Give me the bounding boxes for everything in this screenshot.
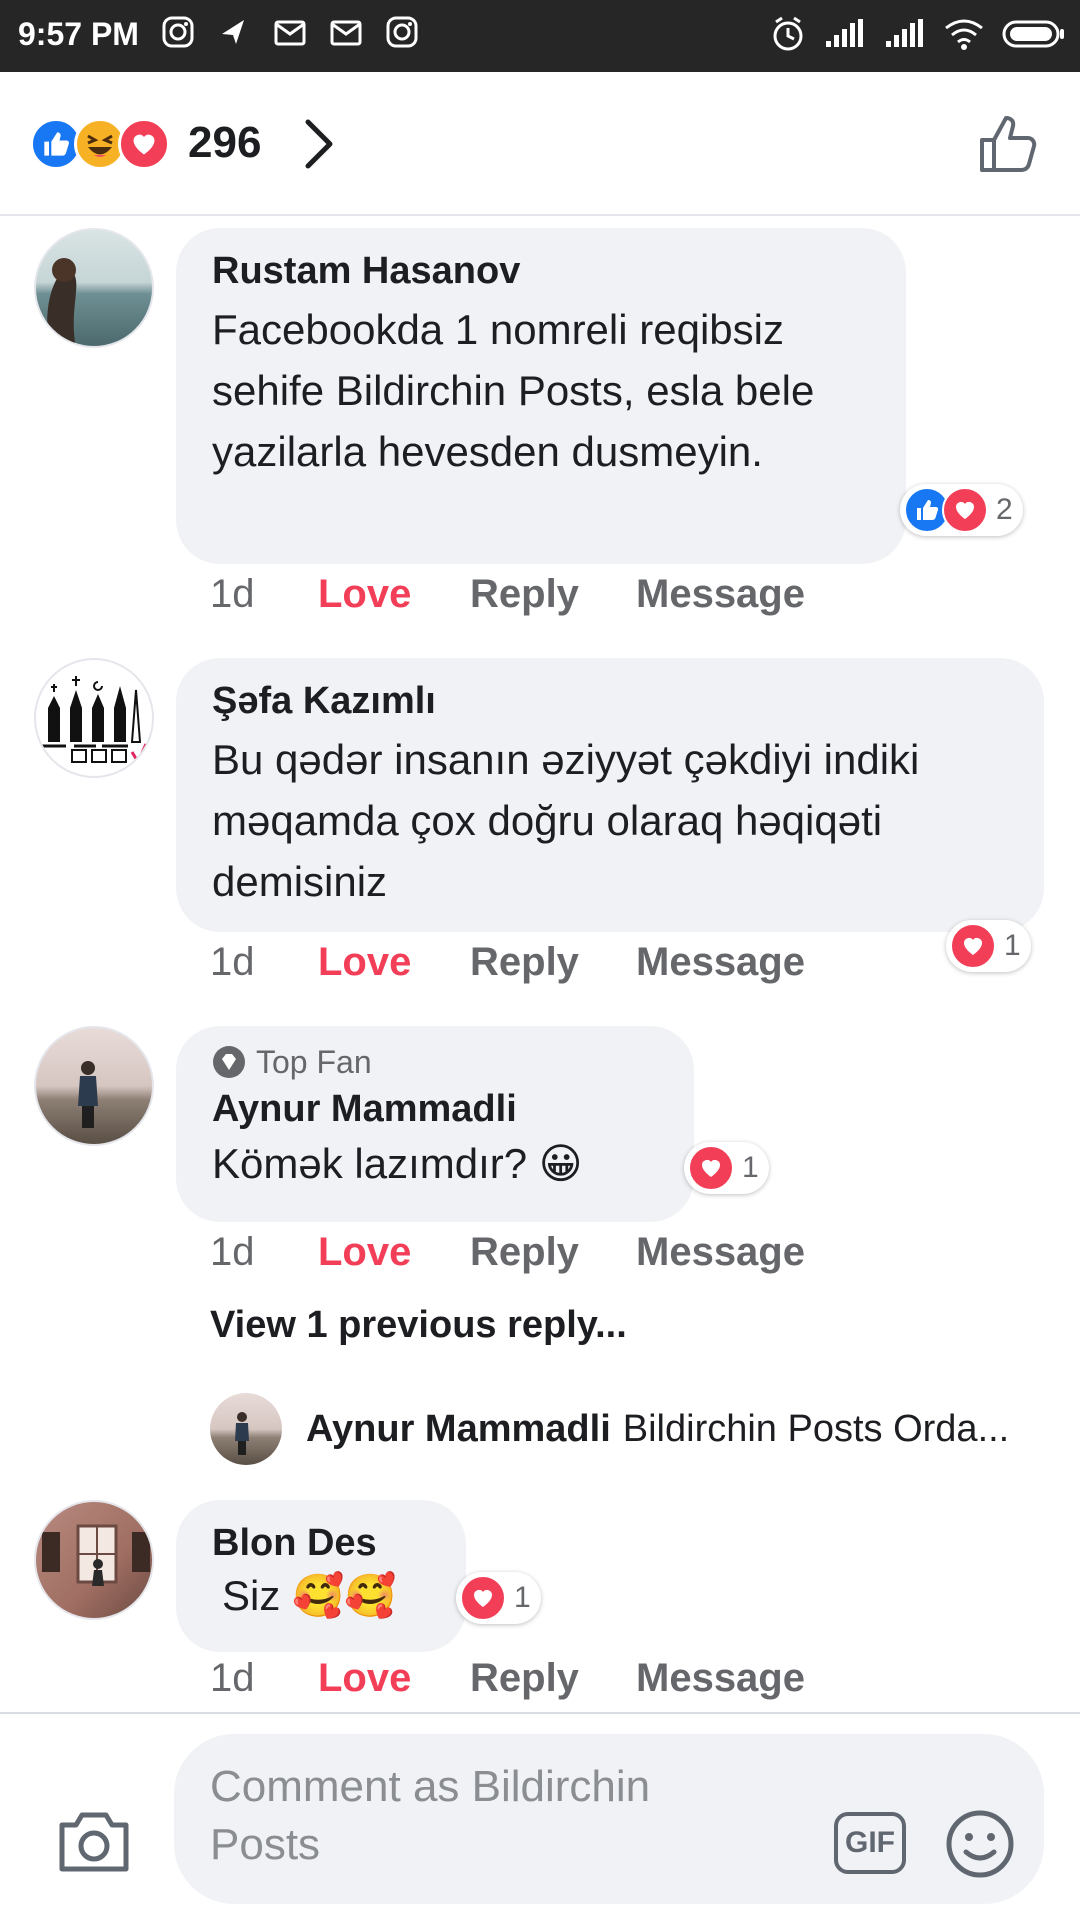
comment-reactions[interactable]: 1: [684, 1142, 769, 1194]
comment-time: 1d: [210, 1230, 255, 1274]
love-reaction-icon: [942, 487, 988, 533]
reaction-count: 2: [996, 493, 1013, 526]
reply-button[interactable]: Reply: [470, 940, 636, 985]
comment-author[interactable]: Rustam Hasanov: [212, 250, 870, 293]
comment-text: Facebookda 1 nomreli reqibsiz sehife Bil…: [212, 306, 815, 475]
message-button[interactable]: Message: [636, 1230, 805, 1275]
reply-button[interactable]: Reply: [470, 1656, 636, 1701]
comment-bubble: Blon Des Siz 🥰🥰: [176, 1500, 466, 1652]
reply-preview[interactable]: Aynur Mammadli Bildirchin Posts Orda...: [210, 1392, 1040, 1466]
notification-icons: [160, 14, 420, 50]
comment-actions: 1d Love Reply Message: [210, 1230, 805, 1275]
reaction-summary[interactable]: [30, 118, 170, 170]
comment-text: Kömək lazımdır? 😀: [212, 1140, 583, 1187]
love-button[interactable]: Love: [318, 1230, 470, 1275]
comment-input[interactable]: Comment as Bildirchin Posts GIF: [174, 1734, 1044, 1904]
comment-actions: 1d Love Reply Message: [210, 1656, 805, 1701]
comment-actions: 1d Love Reply Message: [210, 572, 805, 617]
reaction-count[interactable]: 296: [188, 118, 261, 168]
comment-time: 1d: [210, 1656, 255, 1700]
like-button[interactable]: [976, 112, 1040, 181]
camera-icon[interactable]: [56, 1809, 132, 1880]
instagram-icon-2: [384, 14, 420, 50]
avatar[interactable]: [34, 1500, 154, 1620]
comment-reactions[interactable]: 2: [900, 484, 1023, 536]
status-bar: 9:57 PM: [0, 0, 1080, 72]
reply-button[interactable]: Reply: [470, 572, 636, 617]
navigation-icon: [216, 14, 252, 50]
comment-author[interactable]: Blon Des: [212, 1522, 430, 1565]
wifi-icon: [944, 18, 984, 55]
reply-author: Aynur Mammadli: [306, 1407, 611, 1450]
love-reaction-icon: [118, 118, 170, 170]
signal-icon: [824, 19, 866, 54]
comment-reactions[interactable]: 1: [456, 1572, 541, 1624]
alarm-icon: [770, 14, 806, 59]
status-time: 9:57 PM: [18, 16, 139, 52]
comment-bubble: Top Fan Aynur Mammadli Kömək lazımdır? 😀: [176, 1026, 694, 1222]
emoji-icon[interactable]: [944, 1808, 1016, 1885]
comment-reactions[interactable]: 1: [946, 920, 1031, 972]
reply-button[interactable]: Reply: [470, 1230, 636, 1275]
comment-author[interactable]: Şəfa Kazımlı: [212, 680, 1008, 723]
avatar[interactable]: [34, 1026, 154, 1146]
message-button[interactable]: Message: [636, 572, 805, 617]
love-reaction-icon: [950, 923, 996, 969]
comment-composer: Comment as Bildirchin Posts GIF: [0, 1712, 1080, 1920]
chevron-right-icon[interactable]: [302, 118, 336, 175]
reaction-count: 1: [742, 1151, 759, 1184]
love-reaction-icon: [688, 1145, 734, 1191]
comment-text: Siz 🥰🥰: [222, 1572, 397, 1619]
avatar[interactable]: [34, 658, 154, 778]
message-button[interactable]: Message: [636, 940, 805, 985]
comment-placeholder: Comment as Bildirchin Posts: [210, 1762, 651, 1869]
comment-bubble: Şəfa Kazımlı Bu qədər insanın əziyyət çə…: [176, 658, 1044, 932]
comment-text: Bu qədər insanın əziyyət çəkdiyi indiki …: [212, 736, 920, 905]
instagram-icon: [160, 14, 196, 50]
message-button[interactable]: Message: [636, 1656, 805, 1701]
comment-time: 1d: [210, 572, 255, 616]
comment-time: 1d: [210, 940, 255, 984]
avatar: [210, 1393, 282, 1465]
gif-button[interactable]: GIF: [834, 1812, 906, 1874]
love-button[interactable]: Love: [318, 572, 470, 617]
outlook-icon-2: [328, 14, 364, 50]
love-button[interactable]: Love: [318, 940, 470, 985]
comment-author[interactable]: Aynur Mammadli: [212, 1088, 658, 1131]
avatar[interactable]: [34, 228, 154, 348]
love-button[interactable]: Love: [318, 1656, 470, 1701]
comment-bubble: Rustam Hasanov Facebookda 1 nomreli reqi…: [176, 228, 906, 564]
signal-icon-2: [884, 19, 926, 54]
outlook-icon: [272, 14, 308, 50]
top-fan-badge: Top Fan: [212, 1042, 658, 1082]
love-reaction-icon: [460, 1575, 506, 1621]
reaction-count: 1: [1004, 929, 1021, 962]
battery-icon: [1002, 18, 1066, 55]
reply-text: Bildirchin Posts Orda...: [622, 1407, 1010, 1450]
diamond-icon: [213, 1046, 245, 1078]
view-previous-replies-link[interactable]: View 1 previous reply...: [210, 1304, 627, 1347]
top-fan-label: Top Fan: [256, 1043, 372, 1080]
comment-actions: 1d Love Reply Message: [210, 940, 805, 985]
reactions-header: 296: [0, 72, 1080, 216]
reaction-count: 1: [514, 1581, 531, 1614]
system-icons: [770, 14, 1066, 59]
